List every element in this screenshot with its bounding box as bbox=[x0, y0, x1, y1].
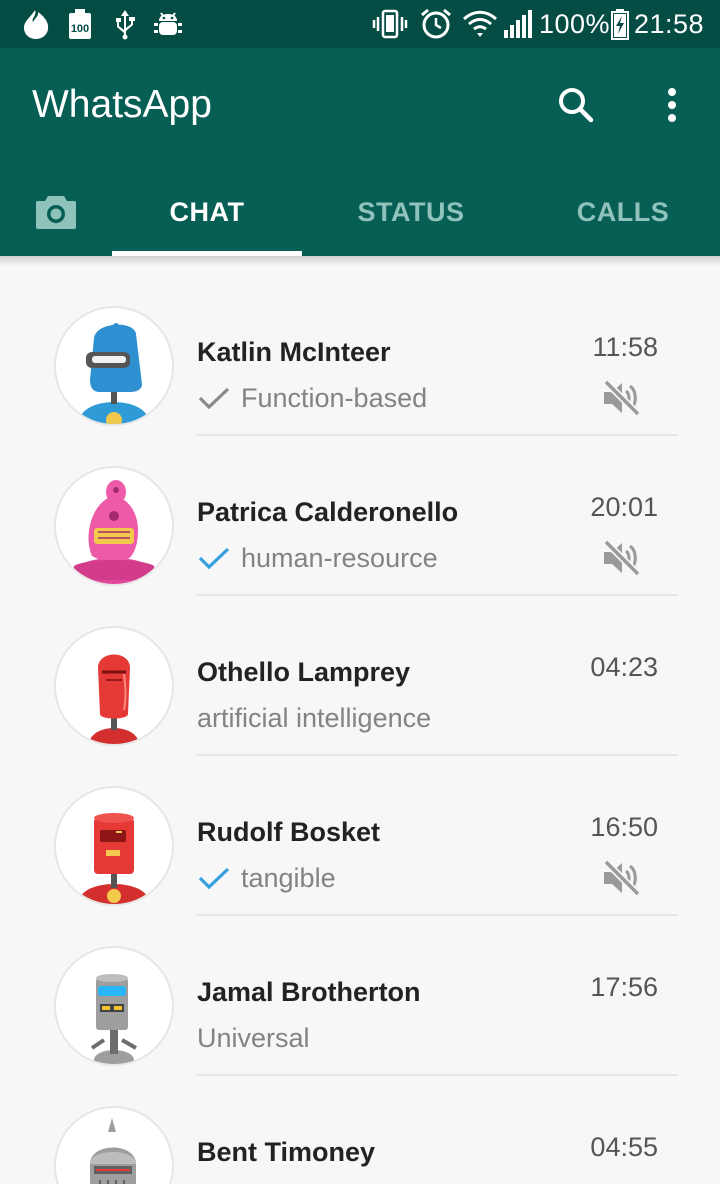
chat-name: Katlin McInteer bbox=[197, 337, 391, 367]
chat-preview-text: tangible bbox=[241, 863, 336, 893]
chat-row[interactable]: Jamal Brotherton Universal 17:56 bbox=[0, 916, 720, 1076]
chat-preview-text: Universal bbox=[197, 1023, 310, 1053]
battery-100-notification-icon: 100 bbox=[64, 8, 96, 40]
more-options-button[interactable] bbox=[648, 78, 696, 132]
chat-time: 04:23 bbox=[590, 652, 658, 682]
chat-time: 04:55 bbox=[590, 1132, 658, 1162]
android-debug-icon bbox=[152, 8, 184, 40]
chat-row[interactable]: Katlin McInteer Function-based 11:58 bbox=[0, 276, 720, 436]
chat-preview: tangible bbox=[197, 862, 336, 894]
chat-time: 20:01 bbox=[590, 492, 658, 522]
chat-time: 16:50 bbox=[590, 812, 658, 842]
chat-name: Othello Lamprey bbox=[197, 657, 411, 687]
chat-preview-text: artificial intelligence bbox=[197, 703, 432, 733]
more-vert-icon bbox=[666, 87, 678, 123]
chat-preview: human-resource bbox=[197, 542, 438, 574]
battery-percent: 100% bbox=[539, 9, 611, 39]
chat-name: Patrica Calderonello bbox=[197, 497, 459, 527]
chat-row[interactable]: Rudolf Bosket tangible 16:50 bbox=[0, 756, 720, 916]
avatar[interactable] bbox=[54, 786, 174, 906]
chat-preview: Universal bbox=[197, 1022, 310, 1054]
tab-status[interactable]: STATUS bbox=[316, 168, 506, 256]
chat-name: Rudolf Bosket bbox=[197, 817, 381, 847]
chat-time: 11:58 bbox=[592, 332, 658, 362]
battery-charging-icon bbox=[608, 8, 632, 40]
chat-preview: artificial intelligence bbox=[197, 702, 431, 734]
chat-preview-text: human-resource bbox=[241, 543, 438, 573]
avatar[interactable] bbox=[54, 466, 174, 586]
svg-text:100: 100 bbox=[71, 23, 89, 35]
read-tick-icon bbox=[197, 546, 231, 570]
tab-calls[interactable]: CALLS bbox=[528, 168, 718, 256]
search-button[interactable] bbox=[552, 78, 600, 132]
cell-signal-icon bbox=[500, 8, 536, 40]
muted-icon bbox=[600, 858, 644, 898]
chat-time: 17:56 bbox=[590, 972, 658, 1002]
status-time: 21:58 bbox=[634, 9, 705, 39]
sent-tick-icon bbox=[197, 386, 231, 410]
status-bar: 100 100% 21:58 bbox=[0, 0, 720, 48]
chat-row[interactable]: Othello Lamprey artificial intelligence … bbox=[0, 596, 720, 756]
alarm-icon bbox=[418, 8, 454, 40]
search-icon bbox=[556, 85, 596, 125]
chat-row[interactable]: Patrica Calderonello human-resource 20:0… bbox=[0, 436, 720, 596]
wifi-icon bbox=[462, 8, 498, 40]
camera-icon bbox=[34, 193, 78, 231]
read-tick-icon bbox=[197, 866, 231, 890]
tab-camera[interactable] bbox=[20, 168, 92, 256]
app-bar: WhatsApp CHAT STATUS CALLS bbox=[0, 48, 720, 256]
muted-icon bbox=[600, 538, 644, 578]
app-title: WhatsApp bbox=[32, 83, 212, 126]
chat-preview-text: Function-based bbox=[241, 383, 428, 413]
avatar[interactable] bbox=[54, 306, 174, 426]
avatar[interactable] bbox=[54, 1106, 174, 1184]
chat-name: Bent Timoney bbox=[197, 1137, 376, 1167]
app-bar-shadow bbox=[0, 256, 720, 266]
avatar[interactable] bbox=[54, 946, 174, 1066]
chat-name: Jamal Brotherton bbox=[197, 977, 421, 1007]
tab-chat[interactable]: CHAT bbox=[112, 168, 302, 256]
chat-preview: Function-based bbox=[197, 382, 427, 414]
usb-icon bbox=[110, 8, 140, 40]
muted-icon bbox=[600, 378, 644, 418]
avatar[interactable] bbox=[54, 626, 174, 746]
tinder-flame-icon bbox=[20, 8, 52, 40]
vibrate-icon bbox=[372, 8, 408, 40]
chat-row[interactable]: Bent Timoney utilisation 04:55 bbox=[0, 1076, 720, 1184]
